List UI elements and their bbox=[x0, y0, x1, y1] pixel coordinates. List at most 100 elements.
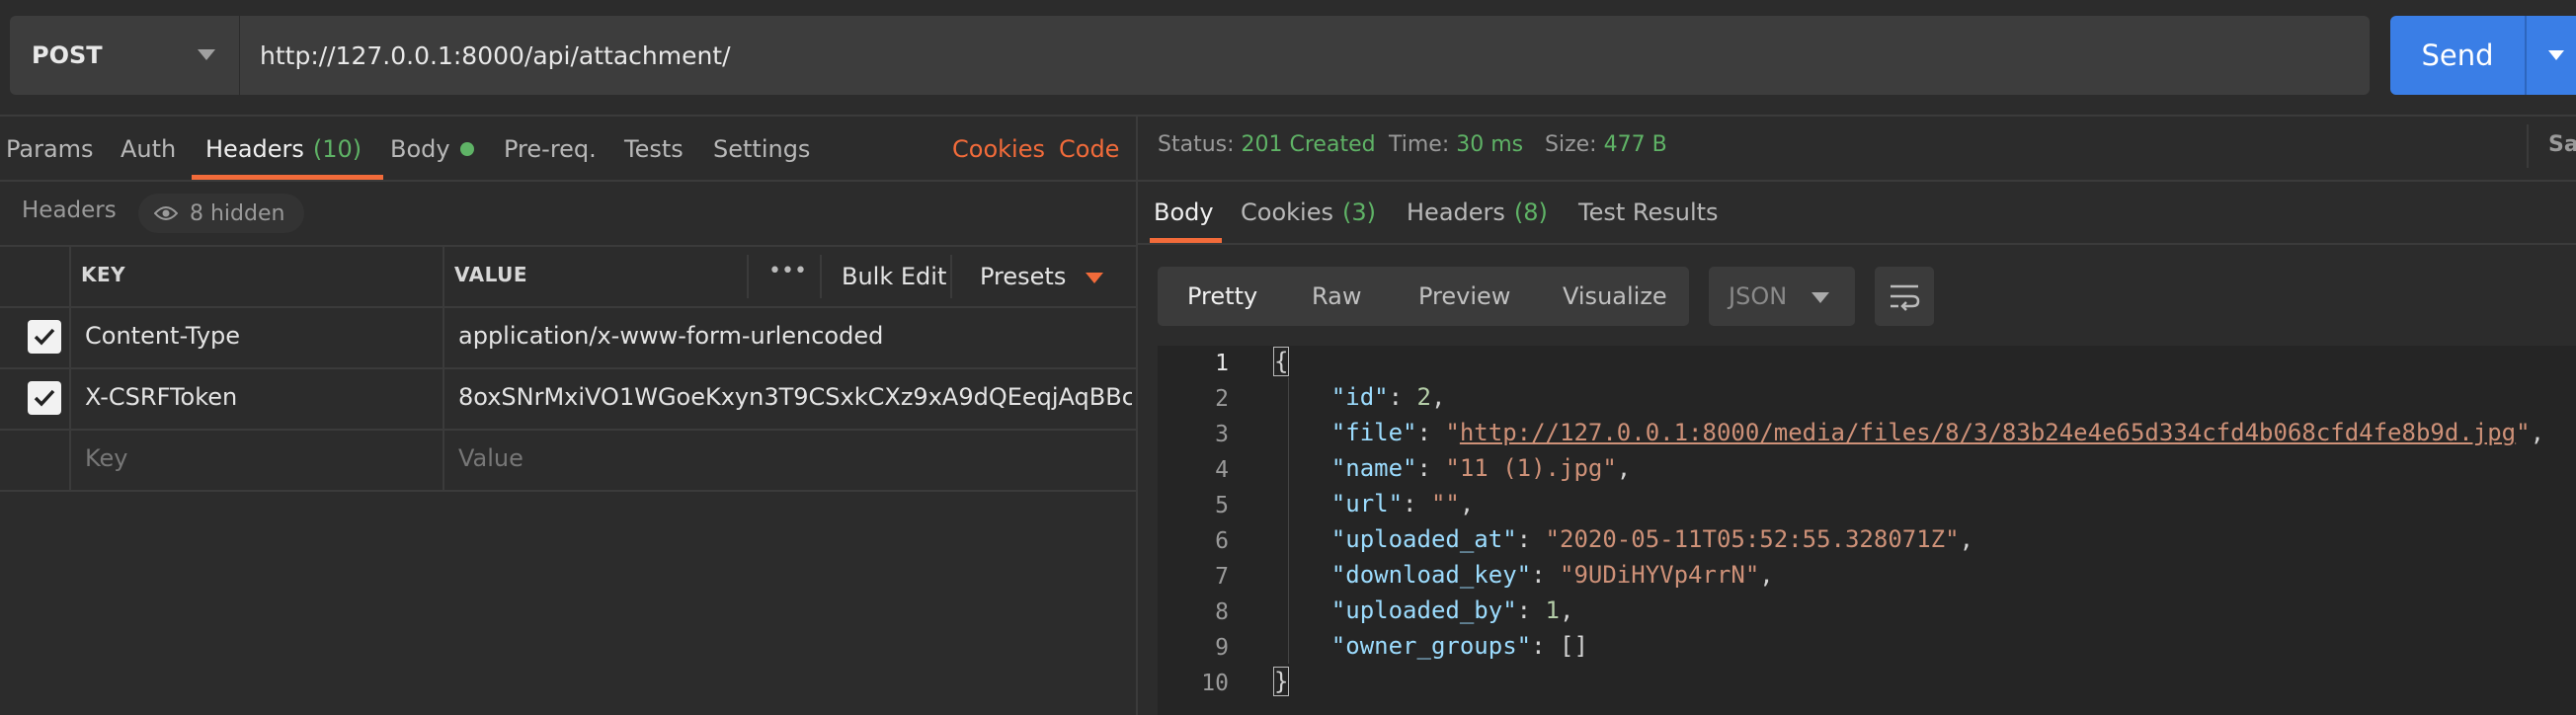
format-select[interactable]: JSON bbox=[1709, 267, 1855, 326]
tab-tests[interactable]: Tests bbox=[624, 117, 684, 182]
column-header-key: KEY bbox=[81, 263, 126, 286]
tab-label: Body bbox=[390, 135, 450, 163]
view-visualize-button[interactable]: Visualize bbox=[1563, 267, 1667, 326]
column-divider bbox=[820, 255, 822, 298]
response-tab-cookies[interactable]: Cookies (3) bbox=[1241, 182, 1376, 243]
status-readout: Status: 201 Created bbox=[1158, 132, 1376, 157]
tab-label: Tests bbox=[624, 135, 684, 163]
send-options-chevron-icon[interactable] bbox=[2548, 50, 2564, 60]
json-key: "url" bbox=[1330, 490, 1404, 517]
tab-prereq[interactable]: Pre-req. bbox=[504, 117, 597, 182]
body-indicator-dot bbox=[459, 142, 474, 156]
row-enabled-checkbox[interactable] bbox=[28, 381, 61, 415]
json-string: "2020-05-11T05:52:55.328071Z" bbox=[1545, 525, 1960, 553]
code-line: } bbox=[1272, 667, 1290, 696]
time-value[interactable]: 30 ms bbox=[1456, 132, 1523, 157]
eye-icon bbox=[154, 206, 178, 220]
send-button[interactable]: Send bbox=[2390, 16, 2576, 95]
line-number: 4 bbox=[1215, 457, 1229, 483]
divider bbox=[1138, 243, 2576, 245]
new-key-input[interactable]: Key bbox=[85, 444, 128, 472]
json-number: 2 bbox=[1416, 383, 1431, 411]
json-number: 1 bbox=[1545, 596, 1560, 624]
code-line: "id": 2, bbox=[1330, 383, 1446, 411]
line-number: 2 bbox=[1215, 386, 1229, 412]
line-number: 8 bbox=[1215, 599, 1229, 625]
headers-section-title: Headers bbox=[22, 198, 117, 223]
tab-label: Pre-req. bbox=[504, 135, 597, 163]
tab-params[interactable]: Params bbox=[6, 117, 94, 182]
size-label: Size: bbox=[1545, 132, 1597, 157]
header-value-cell[interactable]: application/x-www-form-urlencoded bbox=[458, 322, 1130, 350]
code-line: "owner_groups": [] bbox=[1330, 632, 1588, 660]
code-line: "uploaded_at": "2020-05-11T05:52:55.3280… bbox=[1330, 525, 1974, 553]
code-line: { bbox=[1272, 347, 1290, 376]
code-line: "uploaded_by": 1, bbox=[1330, 596, 1574, 624]
tab-settings[interactable]: Settings bbox=[713, 117, 810, 182]
divider bbox=[2527, 124, 2529, 168]
chevron-down-icon bbox=[1811, 292, 1829, 303]
view-pretty-button[interactable]: Pretty bbox=[1187, 267, 1257, 326]
json-key: "name" bbox=[1330, 454, 1417, 482]
code-line: "download_key": "9UDiHYVp4rrN", bbox=[1330, 561, 1774, 589]
save-response-button[interactable]: Sa bbox=[2548, 132, 2576, 157]
column-divider bbox=[747, 255, 749, 298]
status-value[interactable]: 201 Created bbox=[1242, 132, 1376, 157]
json-key: "uploaded_by" bbox=[1330, 596, 1517, 624]
response-tab-body[interactable]: Body bbox=[1150, 182, 1222, 243]
presets-button[interactable]: Presets bbox=[980, 263, 1103, 290]
line-number: 7 bbox=[1215, 564, 1229, 590]
pane-divider bbox=[1136, 115, 1138, 715]
more-options-icon[interactable]: ••• bbox=[768, 259, 807, 283]
line-number: 10 bbox=[1201, 671, 1229, 696]
column-header-value: VALUE bbox=[454, 263, 528, 286]
checkmark-icon bbox=[34, 328, 55, 346]
code-line: "name": "11 (1).jpg", bbox=[1330, 454, 1632, 482]
time-readout: Time: 30 ms bbox=[1389, 132, 1523, 157]
file-url-link[interactable]: http://127.0.0.1:8000/media/files/8/3/83… bbox=[1460, 419, 2516, 446]
method-label: POST bbox=[32, 41, 103, 69]
line-number: 1 bbox=[1215, 351, 1229, 376]
json-array: [] bbox=[1560, 632, 1588, 660]
tab-auth[interactable]: Auth bbox=[121, 117, 176, 182]
presets-label: Presets bbox=[980, 263, 1067, 290]
json-string: "11 (1).jpg" bbox=[1445, 454, 1617, 482]
view-preview-button[interactable]: Preview bbox=[1418, 267, 1510, 326]
response-tab-test-results[interactable]: Test Results bbox=[1578, 182, 1719, 243]
tab-label: Body bbox=[1154, 199, 1214, 226]
headers-count: (10) bbox=[312, 135, 362, 163]
new-value-input[interactable]: Value bbox=[458, 444, 523, 472]
hidden-headers-toggle[interactable]: 8 hidden bbox=[138, 194, 305, 233]
bulk-edit-button[interactable]: Bulk Edit bbox=[842, 263, 946, 290]
wrap-lines-icon bbox=[1891, 284, 1920, 311]
send-label: Send bbox=[2421, 39, 2494, 72]
chevron-down-icon bbox=[1085, 272, 1103, 283]
row-divider bbox=[0, 429, 1136, 431]
url-input[interactable]: http://127.0.0.1:8000/api/attachment/ bbox=[240, 16, 2370, 95]
header-key-cell[interactable]: X-CSRFToken bbox=[85, 383, 237, 411]
wrap-lines-button[interactable] bbox=[1875, 267, 1934, 326]
code-line: "url": "", bbox=[1330, 490, 1475, 517]
method-select[interactable]: POST bbox=[10, 16, 239, 95]
header-value-cell[interactable]: 8oxSNrMxiVO1WGoeKxyn3T9CSxkCXz9xA9dQEeqj… bbox=[458, 383, 1132, 411]
link-label: Cookies bbox=[952, 135, 1045, 163]
line-number: 9 bbox=[1215, 635, 1229, 661]
response-tab-headers[interactable]: Headers (8) bbox=[1407, 182, 1548, 243]
tab-label: Headers bbox=[1407, 199, 1505, 226]
cookies-link[interactable]: Cookies bbox=[952, 117, 1045, 182]
json-key: "file" bbox=[1330, 419, 1417, 446]
code-line: "file": "http://127.0.0.1:8000/media/fil… bbox=[1330, 419, 2545, 446]
row-enabled-checkbox[interactable] bbox=[28, 320, 61, 354]
tab-body[interactable]: Body bbox=[390, 117, 474, 182]
header-key-cell[interactable]: Content-Type bbox=[85, 322, 240, 350]
tab-headers[interactable]: Headers (10) bbox=[192, 117, 384, 182]
tab-label: Test Results bbox=[1578, 199, 1719, 226]
divider bbox=[0, 115, 2576, 117]
code-link[interactable]: Code bbox=[1059, 117, 1119, 182]
size-value[interactable]: 477 B bbox=[1604, 132, 1667, 157]
tab-label: Auth bbox=[121, 135, 177, 163]
size-readout: Size: 477 B bbox=[1545, 132, 1667, 157]
row-divider bbox=[0, 306, 1136, 308]
view-raw-button[interactable]: Raw bbox=[1312, 267, 1361, 326]
hidden-count-label: 8 hidden bbox=[190, 200, 285, 226]
